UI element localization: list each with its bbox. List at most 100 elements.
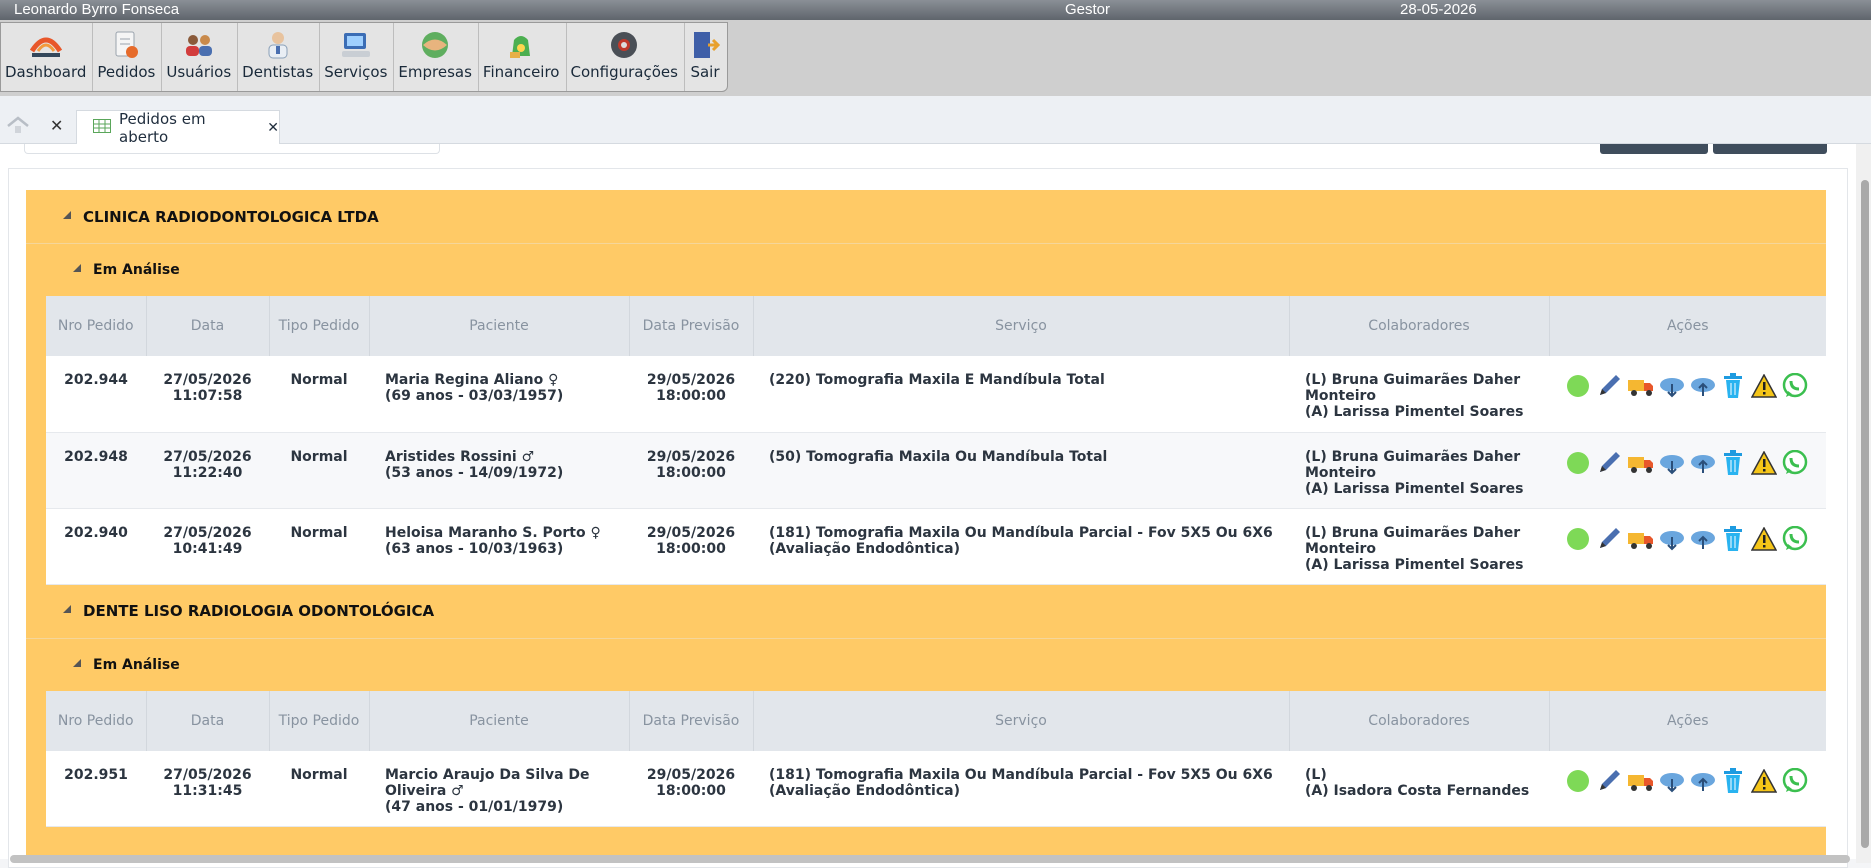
table-row[interactable]: 202.944 27/05/2026 11:07:58 Normal Maria Reg… — [46, 356, 1826, 433]
menu-item-usuarios[interactable]: Usuários — [162, 23, 239, 91]
whatsapp-icon[interactable] — [1782, 449, 1808, 477]
whatsapp-icon[interactable] — [1782, 767, 1808, 795]
col-data[interactable]: Data — [146, 690, 270, 751]
collaborator-l: (L) — [1305, 766, 1327, 783]
order-datetime: 27/05/2026 11:22:40 — [146, 432, 269, 509]
settings-icon — [608, 29, 640, 61]
dashboard-logo-icon — [29, 29, 62, 61]
patient-name: Heloisa Maranho S. Porto ♀ — [385, 524, 601, 541]
col-data-previsao[interactable]: Data Previsão — [629, 690, 754, 751]
actions-group — [1549, 525, 1826, 553]
col-colaboradores[interactable]: Colaboradores — [1289, 296, 1550, 356]
status-group-header-partial[interactable] — [26, 827, 1826, 857]
delivery-truck-icon[interactable] — [1627, 525, 1653, 553]
service-name: (50) Tomografia Maxila Ou Mandíbula Tota… — [753, 432, 1289, 509]
menu-item-dashboard[interactable]: Dashboard — [1, 23, 94, 91]
menu-item-configuracoes[interactable]: Configurações — [567, 23, 685, 91]
menu-item-dentistas[interactable]: Dentistas — [238, 23, 321, 91]
trash-icon[interactable] — [1720, 525, 1746, 553]
vertical-scrollbar-thumb[interactable] — [1861, 180, 1869, 848]
status-group-header[interactable]: Em Análise — [26, 244, 1826, 296]
order-type: Normal — [269, 508, 369, 585]
order-datetime: 27/05/2026 11:31:45 — [146, 750, 269, 827]
toolbar-button-1[interactable] — [1600, 144, 1708, 154]
home-tab-icon[interactable] — [6, 116, 30, 138]
warning-icon[interactable] — [1751, 372, 1777, 400]
status-green-icon[interactable] — [1565, 449, 1591, 477]
col-data-previsao[interactable]: Data Previsão — [629, 296, 754, 356]
col-acoes: Ações — [1549, 296, 1826, 356]
close-tab-icon[interactable]: ✕ — [267, 120, 279, 136]
trash-icon[interactable] — [1720, 767, 1746, 795]
status-green-icon[interactable] — [1565, 525, 1591, 553]
table-row[interactable]: 202.951 27/05/2026 11:31:45 Normal Marcio Ar… — [46, 750, 1826, 827]
col-tipo-pedido[interactable]: Tipo Pedido — [269, 296, 370, 356]
company-group-header[interactable]: CLINICA RADIODONTOLOGICA LTDA — [26, 190, 1826, 244]
status-green-icon[interactable] — [1565, 372, 1591, 400]
cloud-upload-icon[interactable] — [1689, 449, 1715, 477]
col-colaboradores[interactable]: Colaboradores — [1289, 690, 1550, 751]
status-green-icon[interactable] — [1565, 767, 1591, 795]
menu-item-pedidos[interactable]: Pedidos — [93, 23, 163, 91]
company-name: CLINICA RADIODONTOLOGICA LTDA — [83, 207, 379, 226]
collapse-triangle-icon — [63, 210, 71, 219]
toolbar-button-2[interactable] — [1713, 144, 1827, 154]
actions-cell — [1549, 432, 1826, 509]
order-number: 202.951 — [46, 750, 146, 827]
col-nro-pedido[interactable]: Nro Pedido — [46, 690, 147, 751]
edit-pencil-icon[interactable] — [1596, 525, 1622, 553]
warning-icon[interactable] — [1751, 449, 1777, 477]
collaborator-a: (A) Isadora Costa Fernandes — [1305, 782, 1530, 799]
horizontal-scrollbar[interactable] — [10, 855, 1850, 863]
cloud-download-icon[interactable] — [1658, 525, 1684, 553]
order-time: 10:41:49 — [172, 540, 243, 557]
menu-label: Pedidos — [97, 63, 156, 81]
orders-list: CLINICA RADIODONTOLOGICA LTDA Em Análise… — [26, 190, 1826, 857]
cloud-download-icon[interactable] — [1658, 449, 1684, 477]
tab-pedidos-em-aberto[interactable]: Pedidos em aberto ✕ — [76, 110, 280, 146]
menu-item-sair[interactable]: Sair — [685, 23, 727, 91]
delivery-truck-icon[interactable] — [1627, 372, 1653, 400]
col-data[interactable]: Data — [146, 296, 270, 356]
col-servico[interactable]: Serviço — [753, 296, 1290, 356]
col-servico[interactable]: Serviço — [753, 690, 1290, 751]
cloud-download-icon[interactable] — [1658, 767, 1684, 795]
col-tipo-pedido[interactable]: Tipo Pedido — [269, 690, 370, 751]
trash-icon[interactable] — [1720, 449, 1746, 477]
actions-cell — [1549, 356, 1826, 433]
delivery-truck-icon[interactable] — [1627, 767, 1653, 795]
whatsapp-icon[interactable] — [1782, 525, 1808, 553]
edit-pencil-icon[interactable] — [1596, 372, 1622, 400]
status-group-header[interactable]: Em Análise — [26, 638, 1826, 691]
edit-pencil-icon[interactable] — [1596, 767, 1622, 795]
company-group-header[interactable]: DENTE LISO RADIOLOGIA ODONTOLÓGICA — [26, 584, 1826, 639]
warning-icon[interactable] — [1751, 525, 1777, 553]
collaborator-a: (A) Larissa Pimentel Soares — [1305, 404, 1524, 420]
order-date: 27/05/2026 — [163, 766, 252, 783]
cloud-download-icon[interactable] — [1658, 372, 1684, 400]
col-nro-pedido[interactable]: Nro Pedido — [46, 296, 147, 356]
menu-item-empresas[interactable]: Empresas — [394, 23, 479, 91]
cloud-upload-icon[interactable] — [1689, 372, 1715, 400]
service-name: (220) Tomografia Maxila E Mandíbula Tota… — [753, 356, 1289, 433]
companies-icon — [419, 29, 451, 61]
forecast-time: 18:00:00 — [656, 464, 726, 481]
order-number: 202.948 — [46, 432, 146, 509]
edit-pencil-icon[interactable] — [1596, 449, 1622, 477]
actions-group — [1549, 767, 1826, 795]
menu-item-financeiro[interactable]: Financeiro — [479, 23, 567, 91]
table-row[interactable]: 202.940 27/05/2026 10:41:49 Normal Heloisa M… — [46, 508, 1826, 585]
col-paciente[interactable]: Paciente — [369, 296, 630, 356]
table-row[interactable]: 202.948 27/05/2026 11:22:40 Normal Aristides… — [46, 432, 1826, 509]
menu-item-servicos[interactable]: Serviços — [320, 23, 395, 91]
search-input-edge[interactable] — [24, 144, 440, 154]
cloud-upload-icon[interactable] — [1689, 525, 1715, 553]
warning-icon[interactable] — [1751, 767, 1777, 795]
col-paciente[interactable]: Paciente — [369, 690, 630, 751]
delivery-truck-icon[interactable] — [1627, 449, 1653, 477]
cloud-upload-icon[interactable] — [1689, 767, 1715, 795]
tab-label: Pedidos em aberto — [119, 110, 206, 146]
close-all-tabs-icon[interactable]: ✕ — [50, 116, 63, 135]
whatsapp-icon[interactable] — [1782, 372, 1808, 400]
trash-icon[interactable] — [1720, 372, 1746, 400]
